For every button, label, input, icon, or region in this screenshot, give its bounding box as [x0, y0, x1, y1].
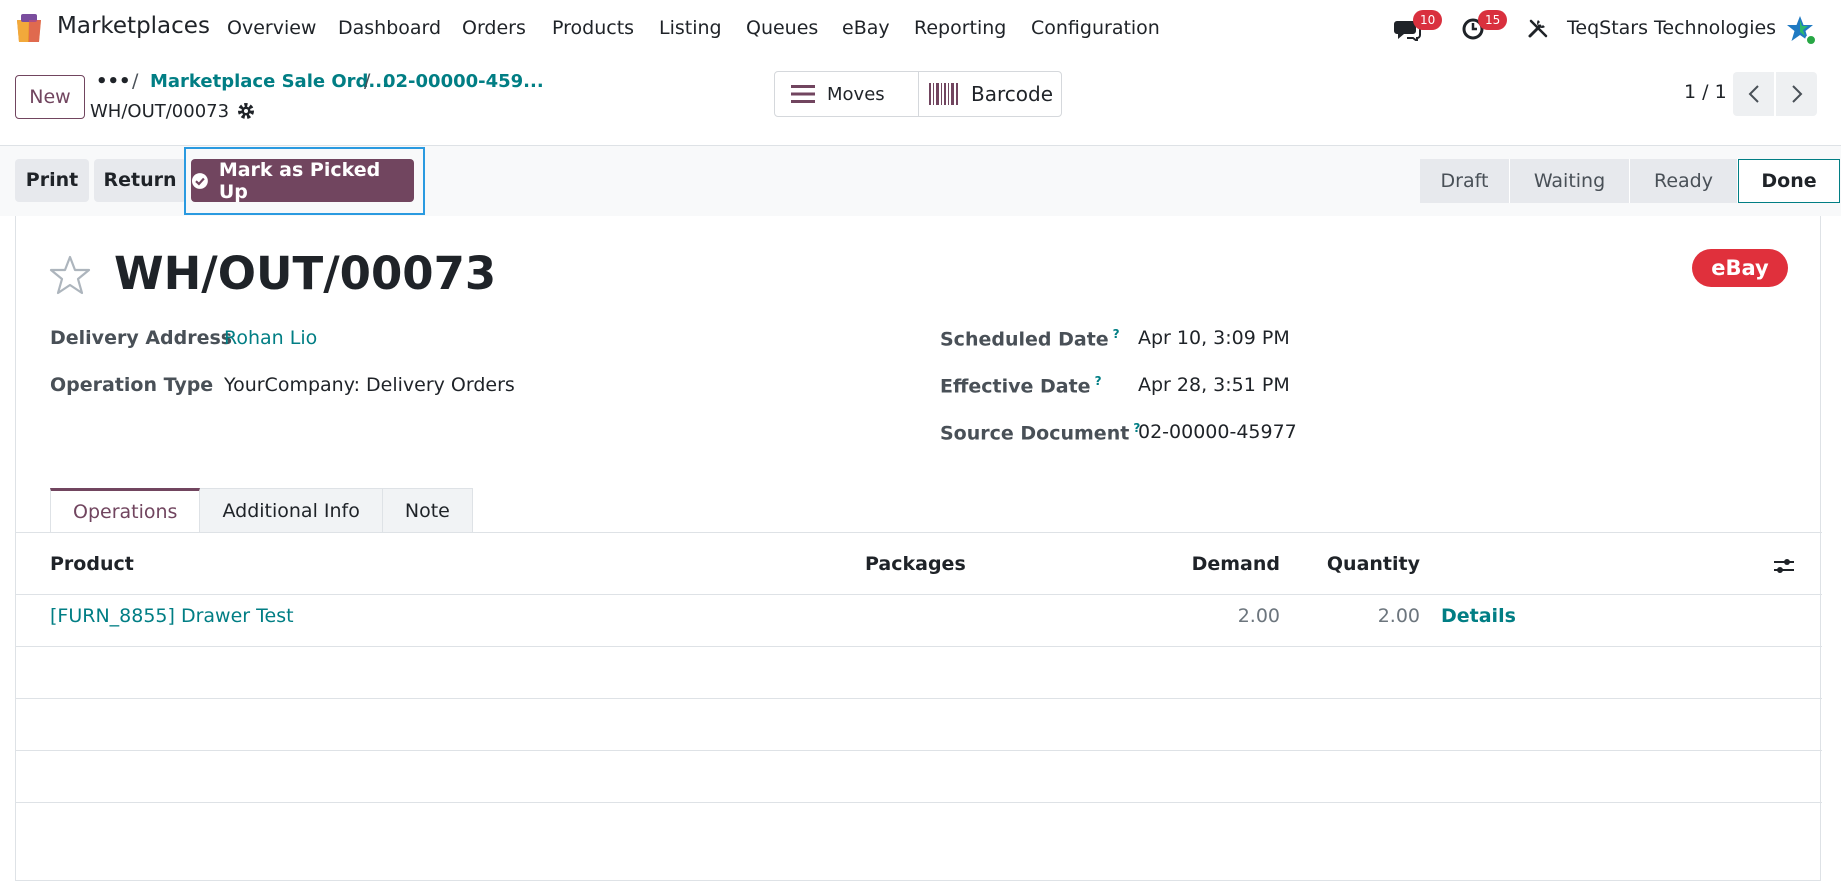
pager-next-button[interactable]: [1776, 72, 1817, 116]
table-row-divider: [16, 750, 1822, 751]
moves-label: Moves: [827, 83, 885, 105]
delivery-address-label: Delivery Address: [50, 327, 233, 349]
scheduled-date-label-text: Scheduled Date: [940, 328, 1109, 351]
effective-date-label-text: Effective Date: [940, 375, 1091, 398]
debug-tools-icon[interactable]: [1527, 17, 1549, 39]
menu-orders[interactable]: Orders: [462, 17, 526, 39]
stage-waiting[interactable]: Waiting: [1510, 159, 1630, 203]
stage-draft[interactable]: Draft: [1420, 159, 1510, 203]
control-panel: New ••• / Marketplace Sale Ord... / 02-0…: [0, 58, 1841, 146]
barcode-icon: [929, 83, 958, 105]
stage-ready[interactable]: Ready: [1630, 159, 1738, 203]
tab-additional-info[interactable]: Additional Info: [200, 488, 383, 533]
effective-date-value: Apr 28, 3:51 PM: [1138, 374, 1290, 396]
chevron-left-icon: [1748, 85, 1759, 103]
messages-button[interactable]: 10: [1393, 10, 1443, 44]
barcode-label: Barcode: [971, 82, 1053, 106]
source-document-label-text: Source Document: [940, 422, 1130, 445]
breadcrumb-sale-order-record[interactable]: 02-00000-459...: [383, 71, 544, 92]
help-tooltip-icon[interactable]: ?: [1095, 374, 1102, 388]
menu-configuration[interactable]: Configuration: [1031, 17, 1160, 39]
source-document-label: Source Document?: [940, 421, 1140, 444]
mark-as-picked-up-button[interactable]: Mark as Picked Up: [191, 158, 414, 203]
chevron-right-icon: [1791, 85, 1802, 103]
row-details-button[interactable]: Details: [1441, 605, 1516, 627]
table-row-divider: [16, 698, 1822, 699]
menu-queues[interactable]: Queues: [746, 17, 818, 39]
scheduled-date-label: Scheduled Date?: [940, 327, 1120, 350]
delivery-address-link[interactable]: Rohan Lio: [224, 327, 317, 349]
optional-columns-icon[interactable]: [1772, 556, 1796, 576]
menu-ebay[interactable]: eBay: [842, 17, 890, 39]
ebay-ribbon: eBay: [1692, 249, 1788, 287]
menu-listing[interactable]: Listing: [659, 17, 722, 39]
stage-done[interactable]: Done: [1738, 159, 1840, 203]
breadcrumb-more[interactable]: •••: [96, 71, 131, 92]
notebook-tabs: Operations Additional Info Note: [50, 488, 473, 533]
gear-icon[interactable]: [236, 101, 256, 121]
menu-reporting[interactable]: Reporting: [914, 17, 1006, 39]
tab-divider: [16, 532, 1822, 533]
help-tooltip-icon[interactable]: ?: [1113, 327, 1120, 341]
list-icon: [791, 85, 815, 103]
form-sheet: WH/OUT/00073 eBay Delivery Address Rohan…: [15, 216, 1822, 881]
operation-type-label: Operation Type: [50, 374, 214, 396]
return-button[interactable]: Return: [94, 159, 186, 202]
column-header-packages[interactable]: Packages: [865, 553, 966, 575]
messages-badge: 10: [1413, 10, 1443, 30]
status-bar: Draft Waiting Ready Done: [1420, 159, 1840, 203]
user-avatar[interactable]: [1785, 14, 1819, 48]
barcode-smart-button[interactable]: Barcode: [919, 72, 1061, 116]
marketplaces-app-icon[interactable]: [13, 12, 45, 44]
row-product-link[interactable]: [FURN_8855] Drawer Test: [50, 605, 294, 627]
row-demand: 2.00: [1237, 605, 1280, 627]
favorite-star-icon[interactable]: [49, 254, 91, 296]
print-button[interactable]: Print: [15, 159, 89, 202]
tab-operations[interactable]: Operations: [50, 488, 201, 533]
table-row-divider: [16, 646, 1822, 647]
online-status-dot: [1805, 34, 1817, 46]
menu-overview[interactable]: Overview: [227, 17, 316, 39]
mark-as-picked-up-label: Mark as Picked Up: [218, 158, 381, 203]
table-row-divider: [16, 802, 1822, 803]
operation-type-value[interactable]: YourCompany: Delivery Orders: [224, 374, 515, 396]
moves-smart-button[interactable]: Moves: [775, 72, 919, 116]
activities-badge: 15: [1478, 10, 1508, 30]
scheduled-date-value[interactable]: Apr 10, 3:09 PM: [1138, 327, 1290, 349]
top-navbar: Marketplaces Overview Dashboard Orders P…: [0, 0, 1841, 58]
pager-previous-button[interactable]: [1733, 72, 1774, 116]
record-title: WH/OUT/00073: [114, 247, 497, 300]
check-circle-icon: [191, 172, 208, 189]
breadcrumb-sale-orders[interactable]: Marketplace Sale Ord...: [150, 71, 389, 92]
breadcrumb-separator: /: [364, 70, 371, 92]
row-quantity[interactable]: 2.00: [1300, 605, 1420, 627]
menu-products[interactable]: Products: [552, 17, 634, 39]
action-bar: Print Return Mark as Picked Up Draft Wai…: [0, 146, 1841, 216]
company-switcher[interactable]: TeqStars Technologies: [1567, 17, 1776, 39]
app-name[interactable]: Marketplaces: [57, 13, 210, 39]
activities-button[interactable]: 15: [1461, 10, 1508, 44]
new-button[interactable]: New: [15, 75, 85, 119]
pager-value[interactable]: 1 / 1: [1684, 81, 1727, 103]
effective-date-label: Effective Date?: [940, 374, 1102, 397]
column-header-product[interactable]: Product: [50, 553, 134, 575]
menu-dashboard[interactable]: Dashboard: [338, 17, 441, 39]
source-document-value[interactable]: 02-00000-45977: [1138, 421, 1297, 443]
column-header-quantity[interactable]: Quantity: [1300, 553, 1420, 575]
smart-buttons: Moves Barcode: [774, 71, 1062, 117]
breadcrumb-separator: /: [132, 70, 139, 92]
tab-note[interactable]: Note: [382, 488, 473, 533]
breadcrumb-current: WH/OUT/00073: [90, 101, 230, 122]
column-header-demand[interactable]: Demand: [1116, 553, 1280, 575]
